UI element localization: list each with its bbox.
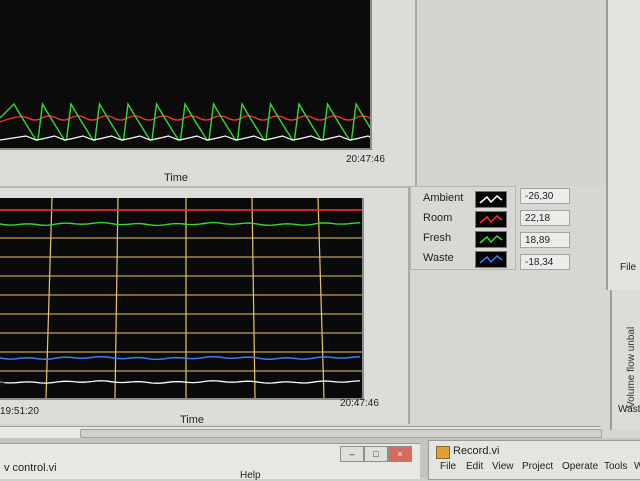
plot-legend[interactable]: Ambient Room Fresh Waste (410, 186, 516, 270)
legend-item-ambient[interactable]: Ambient (411, 189, 515, 209)
legend-swatch-room[interactable] (475, 211, 507, 228)
legend-item-fresh[interactable]: Fresh (411, 229, 515, 249)
grid-line-vertical (45, 198, 53, 398)
horizontal-scrollbar-thumb[interactable] (80, 429, 602, 438)
panel-background-right (415, 0, 610, 186)
legend-label-room: Room (423, 212, 453, 224)
menu-window[interactable]: W (634, 461, 640, 472)
volume-flow-waste-label: Waste (618, 404, 640, 415)
legend-item-waste[interactable]: Waste (411, 249, 515, 269)
top-chart-time-end: 20:47:46 (346, 154, 385, 165)
maximize-button[interactable]: □ (364, 446, 388, 462)
volume-flow-axis-label: Volume flow unbal (626, 326, 637, 408)
bottom-chart-plot-area[interactable] (0, 198, 364, 400)
top-chart-xlabel: Time (164, 172, 189, 184)
window-record-vi-title: Record.vi (453, 445, 500, 457)
legend-label-ambient: Ambient (423, 192, 464, 204)
bottom-chart-xlabel: Time (180, 414, 205, 426)
bottom-chart-ytick: 5 (0, 378, 6, 388)
value-indicator-waste: -18,34 (520, 254, 570, 270)
legend-label-fresh: Fresh (423, 232, 452, 244)
menu-operate[interactable]: Operate (562, 461, 598, 472)
window-control-vi-menu-help[interactable]: Help (240, 470, 261, 481)
trace-fresh-bottom (0, 221, 361, 227)
menu-tools[interactable]: Tools (604, 461, 627, 472)
menu-file[interactable]: File (440, 461, 456, 472)
trace-ambient-top (0, 135, 370, 141)
bottom-chart-time-end: 20:47:46 (340, 398, 379, 409)
close-button[interactable]: × (388, 446, 412, 462)
value-indicator-fresh: 18,89 (520, 232, 570, 248)
value-indicator-room: 22,18 (520, 210, 570, 226)
trace-fresh-top (0, 101, 370, 141)
trace-waste-bottom (0, 355, 361, 361)
record-vi-menubar: File Edit View Project Operate Tools W (440, 461, 640, 475)
menu-edit[interactable]: Edit (466, 461, 483, 472)
labview-vi-icon (436, 446, 450, 459)
grid-line-vertical (251, 198, 256, 398)
legend-item-room[interactable]: Room (411, 209, 515, 229)
window-control-vi-title: v control.vi (4, 462, 57, 474)
menu-project[interactable]: Project (522, 461, 553, 472)
minimize-button[interactable]: – (340, 446, 364, 462)
grid-line-vertical (317, 198, 325, 398)
legend-swatch-waste[interactable] (475, 251, 507, 268)
background-window-menu-file[interactable]: File (620, 262, 636, 273)
grid-line-vertical (114, 198, 119, 398)
legend-label-waste: Waste (423, 252, 454, 264)
bottom-chart-time-start: 19:51:20 (0, 406, 39, 417)
background-window-edge[interactable] (606, 0, 640, 290)
legend-swatch-ambient[interactable] (475, 191, 507, 208)
value-indicator-ambient: -26,30 (520, 188, 570, 204)
top-chart-plot-area[interactable] (0, 0, 372, 150)
trace-ambient-bottom (0, 380, 361, 384)
legend-swatch-fresh[interactable] (475, 231, 507, 248)
trace-room-top (0, 115, 370, 123)
menu-view[interactable]: View (492, 461, 514, 472)
